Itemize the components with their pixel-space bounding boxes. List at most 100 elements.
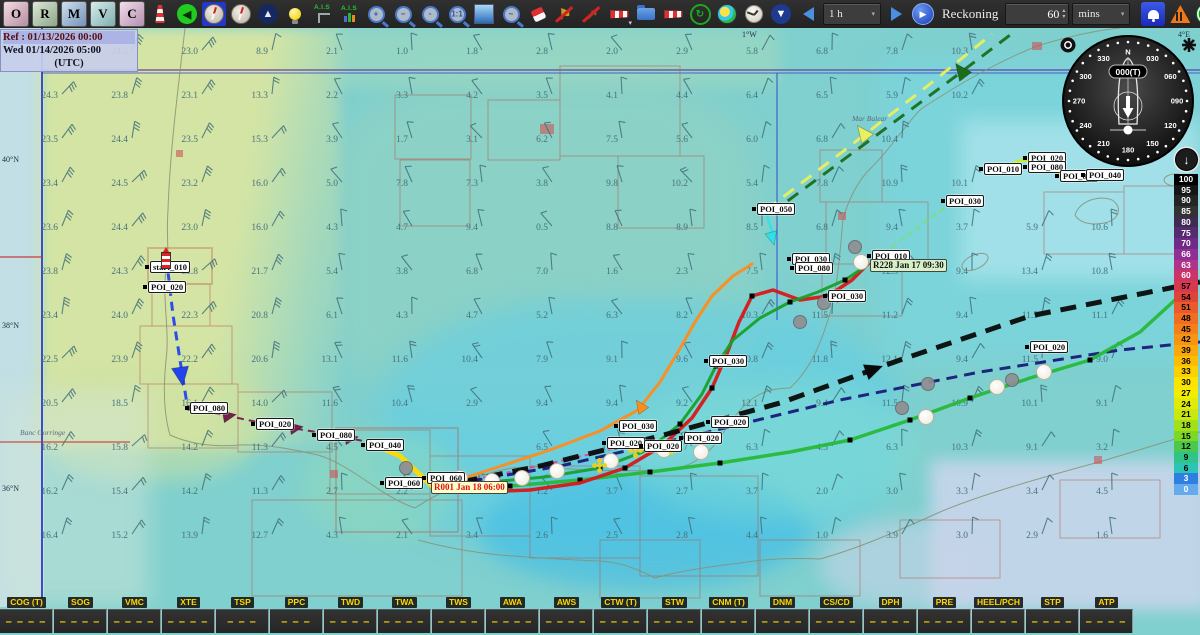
grib-gradient-button[interactable]	[472, 2, 496, 26]
svg-text:7.8: 7.8	[396, 179, 408, 189]
svg-text:9.4: 9.4	[956, 267, 968, 277]
time-step-select[interactable]: 1 h▾	[823, 3, 881, 25]
man-overboard-target-button[interactable]	[1195, 2, 1200, 26]
poi-label[interactable]: POI_080	[190, 402, 228, 414]
svg-text:12.7: 12.7	[251, 531, 268, 541]
lighthouse-button[interactable]	[148, 2, 172, 26]
wind-scale-value: 63	[1174, 260, 1198, 271]
alarm-bell-button[interactable]	[1141, 2, 1165, 26]
svg-text:3.0: 3.0	[886, 487, 898, 497]
svg-text:4.3: 4.3	[396, 311, 408, 321]
reckoning-unit-select[interactable]: mins▾	[1072, 3, 1130, 25]
poi-label[interactable]: POI_030	[792, 253, 830, 265]
zoom-window-button[interactable]: ▫	[418, 2, 442, 26]
instrument-cell: COG (T)– – – –	[0, 597, 53, 635]
svg-text:2.0: 2.0	[816, 487, 828, 497]
instrument-label: AWA	[500, 597, 525, 608]
svg-text:4.7: 4.7	[396, 223, 408, 233]
zoom-in-button[interactable]: +	[364, 2, 388, 26]
svg-text:N: N	[1125, 48, 1130, 57]
chart-thumb-v[interactable]: V	[90, 1, 116, 27]
poi-label[interactable]: POI_030	[946, 195, 984, 207]
poi-label[interactable]: POI_050	[757, 203, 795, 215]
svg-text:24.4: 24.4	[111, 223, 128, 233]
compass-needle-button[interactable]	[526, 2, 550, 26]
zoom-actual-button[interactable]: 1:1	[445, 2, 469, 26]
svg-text:5.6: 5.6	[676, 135, 688, 145]
instrument-cell: DNM– – – –	[756, 597, 809, 635]
wind-scale-value: 21	[1174, 409, 1198, 420]
poi-label[interactable]: POI_040	[366, 439, 404, 451]
instrument-cell: AWA– – – –	[486, 597, 539, 635]
meteo-globe-button[interactable]	[715, 2, 739, 26]
play-animation-button[interactable]: ▶	[911, 2, 935, 26]
poi-label[interactable]: POI_020	[711, 416, 749, 428]
svg-text:16.2: 16.2	[41, 443, 58, 453]
step-back-button[interactable]	[796, 2, 820, 26]
hazard-alert-button[interactable]	[1168, 2, 1192, 26]
chart-thumb-o[interactable]: O	[3, 1, 29, 27]
svg-text:1.6: 1.6	[1096, 531, 1108, 541]
windsock-button[interactable]	[661, 2, 685, 26]
spinner-arrows-icon[interactable]: ▴▾	[1062, 8, 1065, 20]
step-forward-button[interactable]	[884, 2, 908, 26]
ais-target-button[interactable]: A.I.S	[310, 2, 334, 26]
poi-label[interactable]: POI_030	[709, 355, 747, 367]
compass-corner-left-icon[interactable]	[1061, 38, 1076, 53]
chart-thumb-r[interactable]: R	[32, 1, 58, 27]
grib-time-button[interactable]: ▼	[769, 2, 793, 26]
windsock-menu-button[interactable]: ▾	[607, 2, 631, 26]
light-bulb-button[interactable]	[283, 2, 307, 26]
poi-label[interactable]: POI_020	[644, 440, 682, 452]
grib-current-date: Wed 01/14/2026 05:00	[3, 44, 135, 57]
poi-label[interactable]: POI_030	[619, 420, 657, 432]
chart-area[interactable]: 24.524.223.08.92.11.01.82.82.02.95.86.87…	[0, 0, 1200, 635]
scale-collapse-button[interactable]: ↓	[1175, 148, 1198, 171]
ais-list-button[interactable]: A.I.S	[337, 2, 361, 26]
compass-blue-button[interactable]	[202, 2, 226, 26]
svg-text:4.3: 4.3	[466, 487, 478, 497]
grib-clock-button[interactable]	[742, 2, 766, 26]
svg-text:2.2: 2.2	[326, 91, 338, 101]
compass-corner-right-icon[interactable]	[1182, 38, 1196, 52]
poi-label[interactable]: POI_020	[607, 437, 645, 449]
poi-label[interactable]: POI_020	[684, 432, 722, 444]
wx-region	[40, 28, 340, 448]
hide-flags-button[interactable]: ⚑	[553, 2, 577, 26]
poi-label[interactable]: POI_060	[427, 472, 465, 484]
svg-text:1.8: 1.8	[466, 47, 478, 57]
chart-thumb-m[interactable]: M	[61, 1, 87, 27]
zoom-out-button[interactable]: −	[391, 2, 415, 26]
route-timestamp-label[interactable]: R001 Jan 18 06:00	[431, 481, 508, 494]
chart-thumb-c[interactable]: C	[119, 1, 145, 27]
svg-text:24.4: 24.4	[111, 135, 128, 145]
reckoning-minutes-input[interactable]: 60▴▾	[1005, 3, 1069, 25]
svg-text:9.2: 9.2	[676, 399, 688, 409]
poi-label[interactable]: POI_010	[984, 163, 1022, 175]
start-beacon-icon[interactable]	[161, 252, 171, 269]
compass-icon	[204, 4, 224, 24]
open-grib-button[interactable]	[634, 2, 658, 26]
poi-label[interactable]: POI_020	[1030, 341, 1068, 353]
poi-label[interactable]: POI_080	[795, 262, 833, 274]
grib-timezone: (UTC)	[3, 57, 135, 70]
poi-label[interactable]: POI_030	[828, 290, 866, 302]
center-boat-button[interactable]: ◀	[175, 2, 199, 26]
svg-text:10.4: 10.4	[881, 135, 898, 145]
poi-label[interactable]: POI_080	[317, 429, 355, 441]
svg-text:7.9: 7.9	[536, 355, 548, 365]
poi-label[interactable]: POI_060	[385, 477, 423, 489]
boat-heading-button[interactable]: ▲	[256, 2, 280, 26]
poi-label[interactable]: POI_020	[148, 281, 186, 293]
wx-region	[480, 470, 810, 590]
compass-gray-button[interactable]	[229, 2, 253, 26]
grib-update-button[interactable]: ↻	[688, 2, 712, 26]
poi-label[interactable]: POI_010	[872, 250, 910, 262]
zoom-grib-button[interactable]: ~	[499, 2, 523, 26]
svg-text:2.1: 2.1	[396, 531, 408, 541]
coastlines	[164, 28, 1200, 578]
route-timestamp-label[interactable]: R228 Jan 17 09:30	[870, 259, 947, 272]
svg-text:6.3: 6.3	[746, 443, 758, 453]
hide-current-button[interactable]: ↗	[580, 2, 604, 26]
poi-label[interactable]: POI_020	[256, 418, 294, 430]
